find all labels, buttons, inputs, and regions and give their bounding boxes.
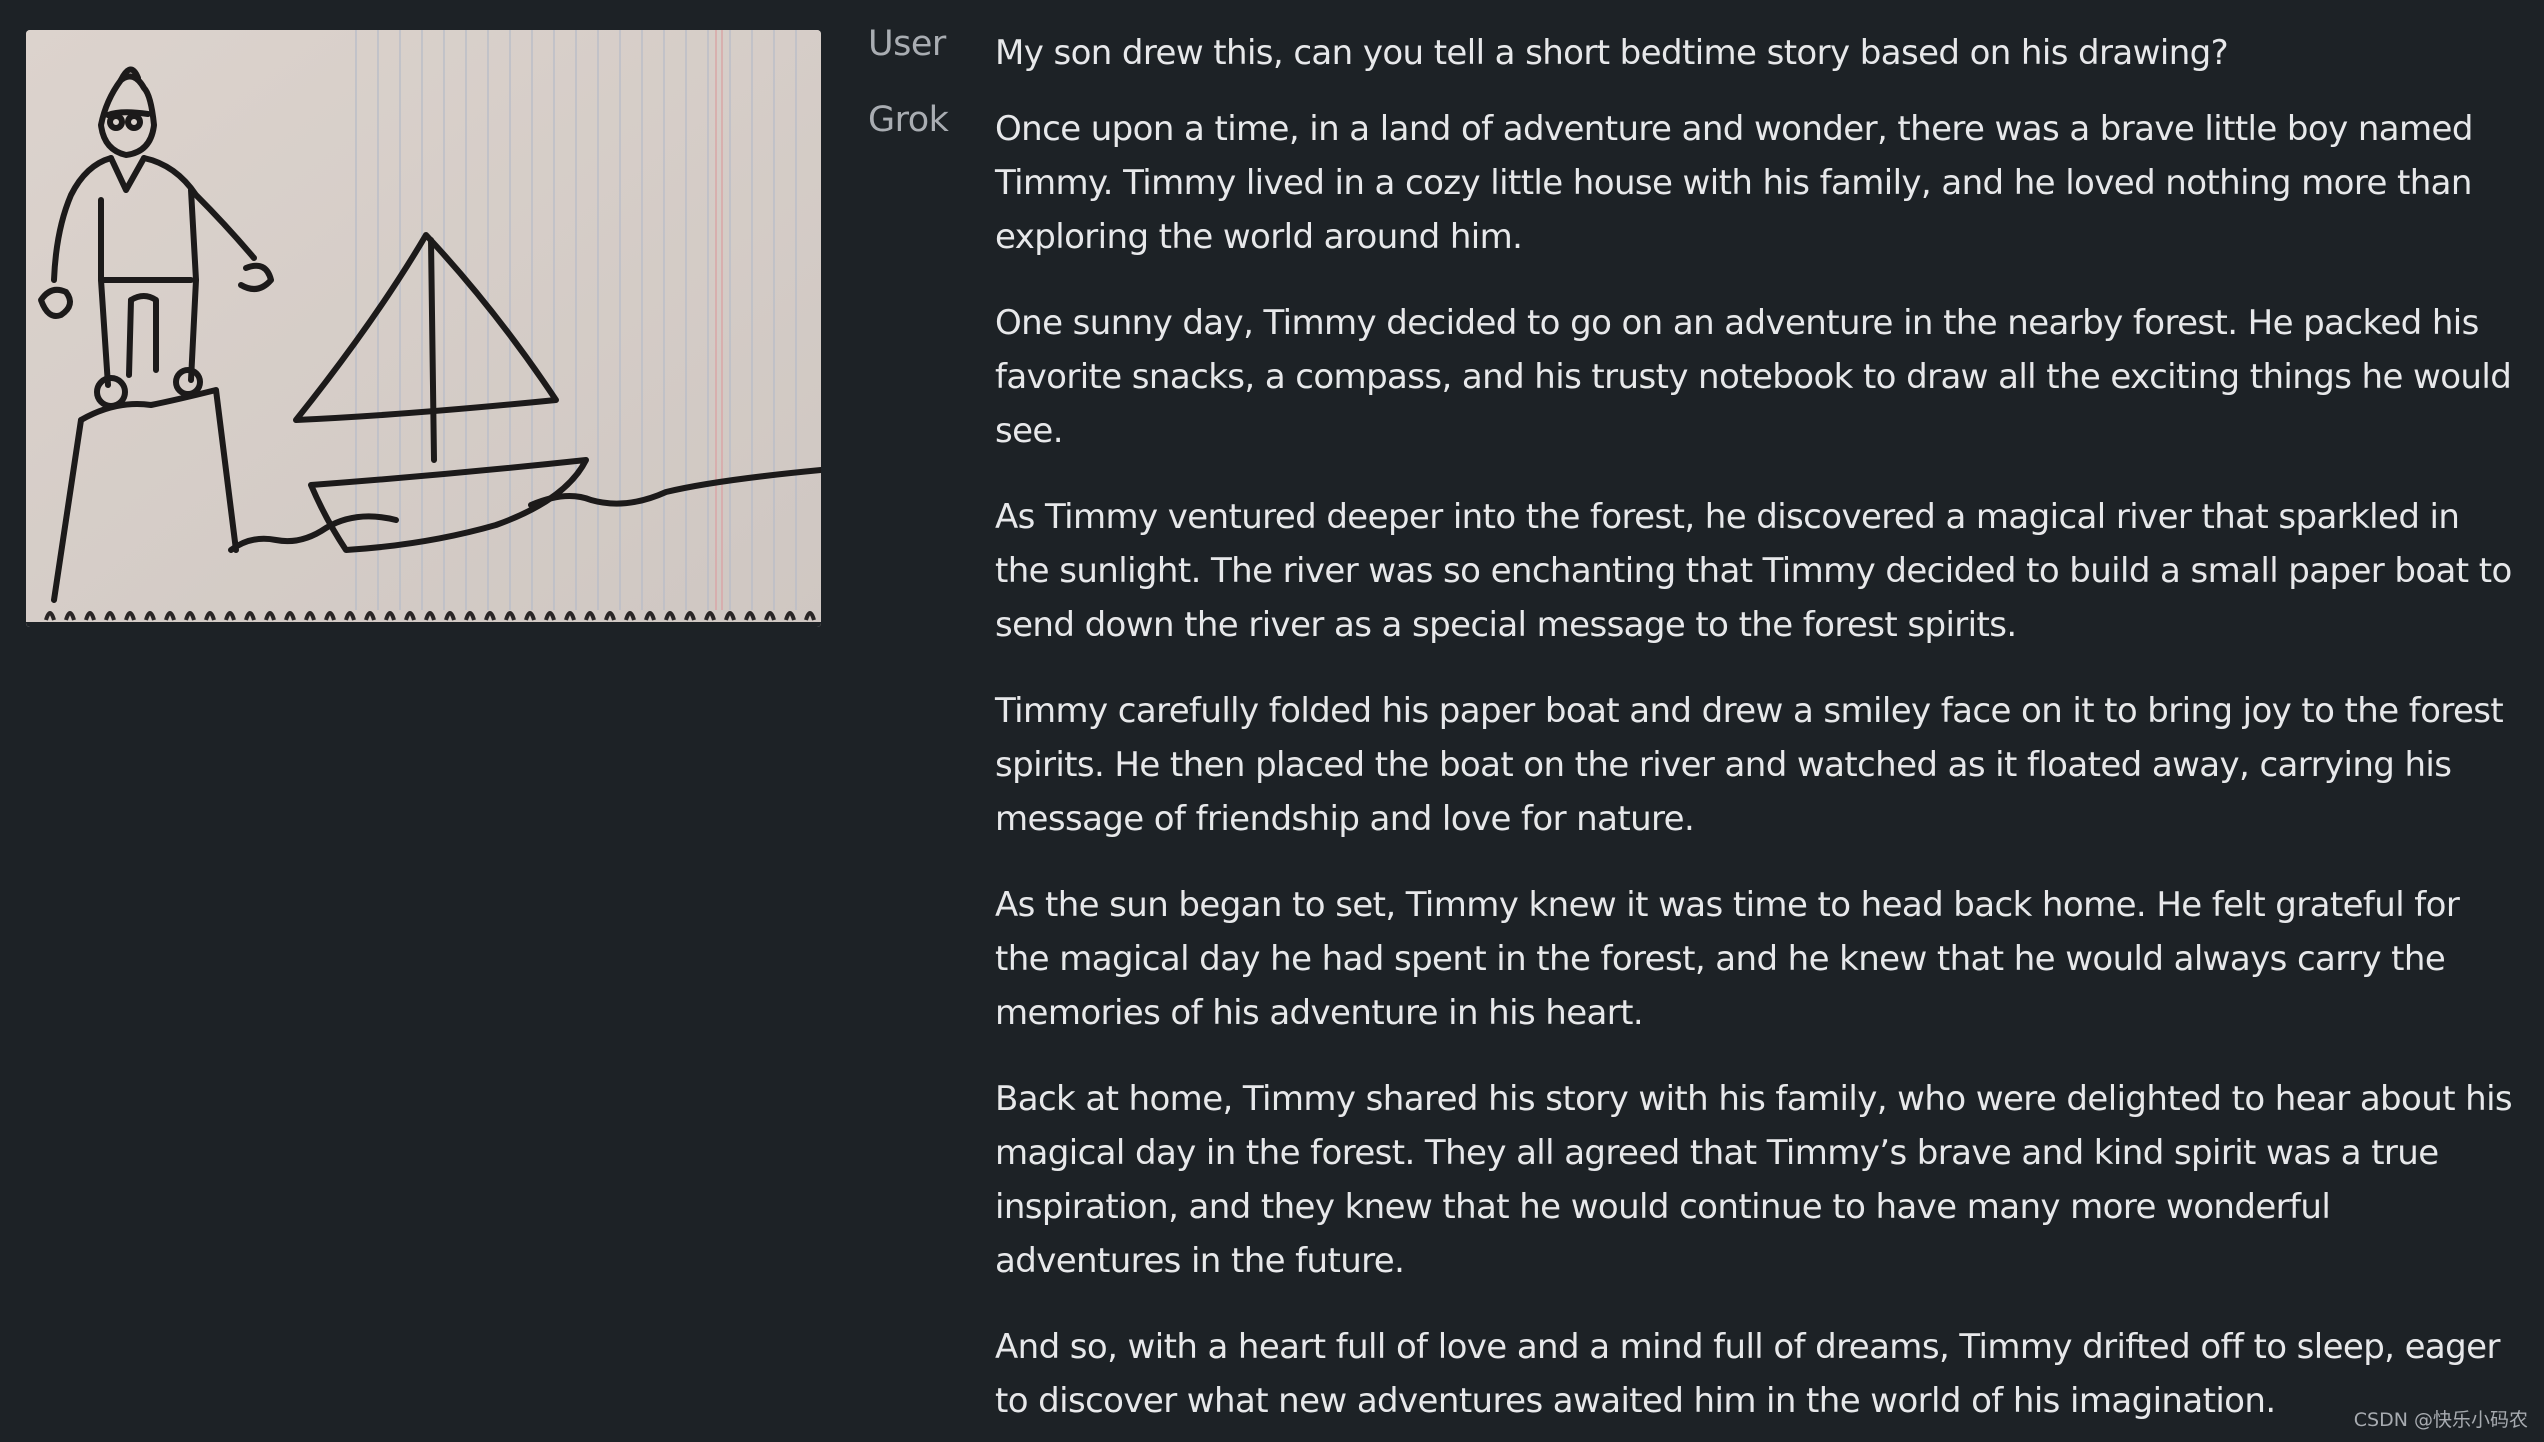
grok-response: Once upon a time, in a land of adventure… (995, 102, 2515, 1442)
response-paragraph: Back at home, Timmy shared his story wit… (995, 1079, 2513, 1281)
speaker-label-user: User (868, 24, 946, 64)
drawing-svg (26, 30, 821, 627)
response-paragraph: Once upon a time, in a land of adventure… (995, 109, 2473, 257)
watermark: CSDN @快乐小码农 (2353, 1409, 2528, 1431)
speaker-label-grok: Grok (868, 100, 949, 140)
response-paragraph: As Timmy ventured deeper into the forest… (995, 497, 2512, 645)
response-paragraph: And so, with a heart full of love and a … (995, 1327, 2500, 1421)
user-message-text: My son drew this, can you tell a short b… (995, 33, 2229, 73)
response-paragraph: One sunny day, Timmy decided to go on an… (995, 303, 2512, 451)
response-paragraph: As the sun began to set, Timmy knew it w… (995, 885, 2460, 1033)
attached-drawing-image[interactable] (26, 30, 821, 627)
response-paragraph: Timmy carefully folded his paper boat an… (995, 691, 2504, 839)
notebook-lines (355, 30, 797, 610)
